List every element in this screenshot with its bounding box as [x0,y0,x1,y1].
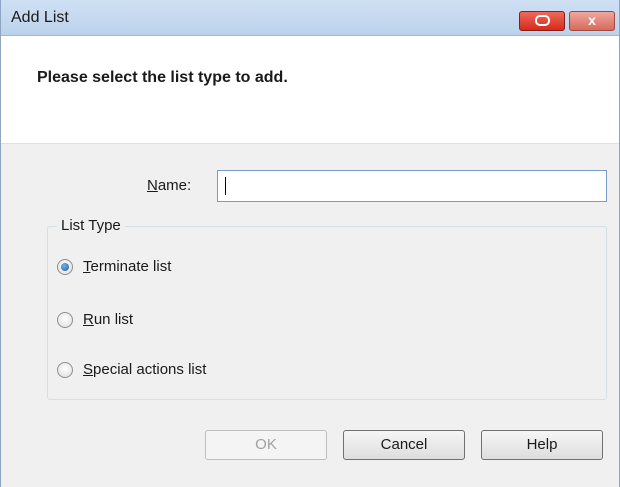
window-title: Add List [11,9,69,26]
radio-button-checked-icon[interactable] [57,259,73,275]
close-icon: x [588,12,596,28]
radio-label-text: erminate list [90,258,172,275]
instruction-text: Please select the list type to add. [37,69,288,86]
radio-label-mnemonic: R [83,311,94,328]
radio-label-mnemonic: T [83,258,91,275]
cancel-button[interactable]: Cancel [343,430,465,460]
radio-label[interactable]: Special actions list [83,361,206,378]
radio-label[interactable]: Terminate list [83,258,171,275]
name-label-text: ame: [157,177,192,194]
close-button[interactable]: x [569,11,615,31]
instruction-panel: Please select the list type to add. [1,36,619,144]
ok-button[interactable]: OK [205,430,327,460]
help-button[interactable]: Help [481,430,603,460]
title-bar[interactable]: Add List x [1,0,619,36]
window-control-button[interactable] [519,11,565,31]
radio-label-mnemonic: S [83,361,94,378]
list-type-group-title: List Type [57,217,125,234]
add-list-dialog: Add List x Please select the list type t… [0,0,620,487]
radio-label-text: pecial actions list [93,361,207,378]
radio-label-text: un list [93,311,134,328]
name-label: Name: [147,177,191,194]
name-input[interactable] [217,170,607,202]
radio-button-icon[interactable] [57,312,73,328]
radio-button-icon[interactable] [57,362,73,378]
name-label-mnemonic: N [147,177,158,194]
radio-label[interactable]: Run list [83,311,133,328]
circle-icon [535,15,550,26]
text-cursor [225,177,226,195]
